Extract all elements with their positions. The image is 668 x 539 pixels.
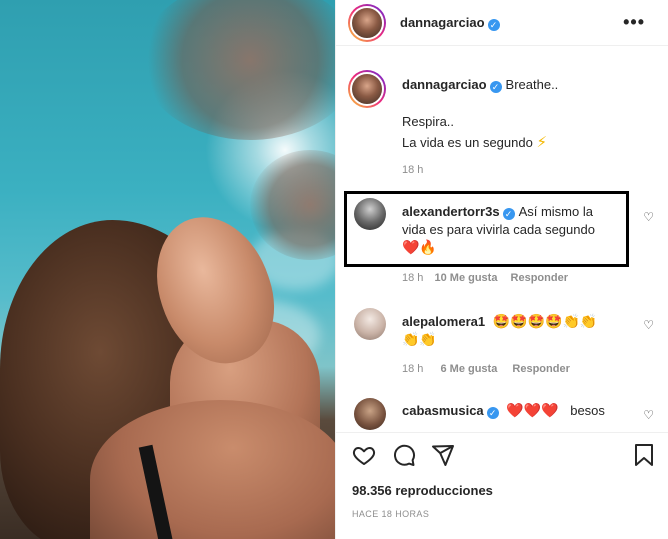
comment-like-heart-icon[interactable]: ♡ bbox=[643, 210, 654, 224]
caption-timestamp: 18 h bbox=[402, 164, 424, 176]
more-options-icon[interactable]: ••• bbox=[623, 12, 645, 33]
comment-text: vida es para vivirla cada segundo bbox=[402, 222, 595, 237]
tree-foliage bbox=[140, 0, 335, 140]
caption-line-group: La vida es un segundo ⚡ bbox=[402, 133, 548, 151]
comment-icon[interactable] bbox=[392, 443, 416, 467]
comment-username[interactable]: alepalomera1 bbox=[402, 314, 485, 329]
comment-username[interactable]: alexandertorr3s bbox=[402, 204, 500, 219]
star-struck-clap-emojis: 🤩🤩🤩🤩👏👏 bbox=[492, 313, 598, 329]
heart-icon[interactable] bbox=[352, 443, 376, 467]
verified-badge-icon: ✓ bbox=[489, 81, 502, 93]
verified-badge-icon: ✓ bbox=[487, 19, 500, 31]
avatar[interactable] bbox=[354, 198, 386, 230]
reply-button[interactable]: Responder bbox=[512, 363, 569, 375]
caption-username[interactable]: dannagarciao bbox=[402, 77, 487, 92]
comment-likes[interactable]: 6 Me gusta bbox=[440, 363, 497, 375]
bookmark-icon[interactable] bbox=[634, 443, 654, 467]
caption-line: Respira.. bbox=[402, 114, 455, 129]
views-count[interactable]: 98.356 reproducciones bbox=[352, 483, 493, 498]
post-time-ago: HACE 18 HORAS bbox=[352, 509, 430, 519]
lightning-emoji-icon: ⚡ bbox=[536, 134, 547, 151]
heart-fire-emoji-icon: ❤️🔥 bbox=[402, 239, 437, 255]
comment-text: besos bbox=[570, 403, 605, 418]
verified-badge-icon: ✓ bbox=[502, 208, 515, 220]
avatar[interactable] bbox=[348, 70, 386, 108]
post-header: dannagarciao ✓ ••• bbox=[336, 0, 668, 46]
clap-emojis: 👏👏 bbox=[402, 331, 437, 347]
comment-timestamp: 18 h bbox=[402, 272, 424, 284]
comment-text: Así mismo la bbox=[518, 204, 593, 219]
caption-text: Breathe.. bbox=[505, 77, 559, 92]
actions-bar: 98.356 reproducciones HACE 18 HORAS bbox=[336, 432, 668, 539]
avatar[interactable] bbox=[354, 398, 386, 430]
comment-timestamp: 18 h bbox=[402, 363, 424, 375]
header-username[interactable]: dannagarciao bbox=[400, 15, 485, 30]
post-details-panel: dannagarciao ✓ ••• dannagarciao ✓ Breathe..… bbox=[335, 0, 668, 539]
avatar[interactable] bbox=[354, 308, 386, 340]
comment-like-heart-icon[interactable]: ♡ bbox=[643, 318, 654, 332]
comment-username[interactable]: cabasmusica bbox=[402, 403, 484, 418]
comment-likes[interactable]: 10 Me gusta bbox=[434, 272, 497, 284]
verified-badge-icon: ✓ bbox=[486, 407, 499, 419]
avatar[interactable] bbox=[348, 4, 386, 42]
reply-button[interactable]: Responder bbox=[511, 272, 568, 284]
hearts-emoji-icon: ❤️❤️❤️ bbox=[506, 402, 559, 418]
post-photo[interactable] bbox=[0, 0, 335, 539]
comment-like-heart-icon[interactable]: ♡ bbox=[643, 408, 654, 422]
send-icon[interactable] bbox=[431, 443, 455, 467]
caption-line: La vida es un segundo bbox=[402, 135, 533, 150]
